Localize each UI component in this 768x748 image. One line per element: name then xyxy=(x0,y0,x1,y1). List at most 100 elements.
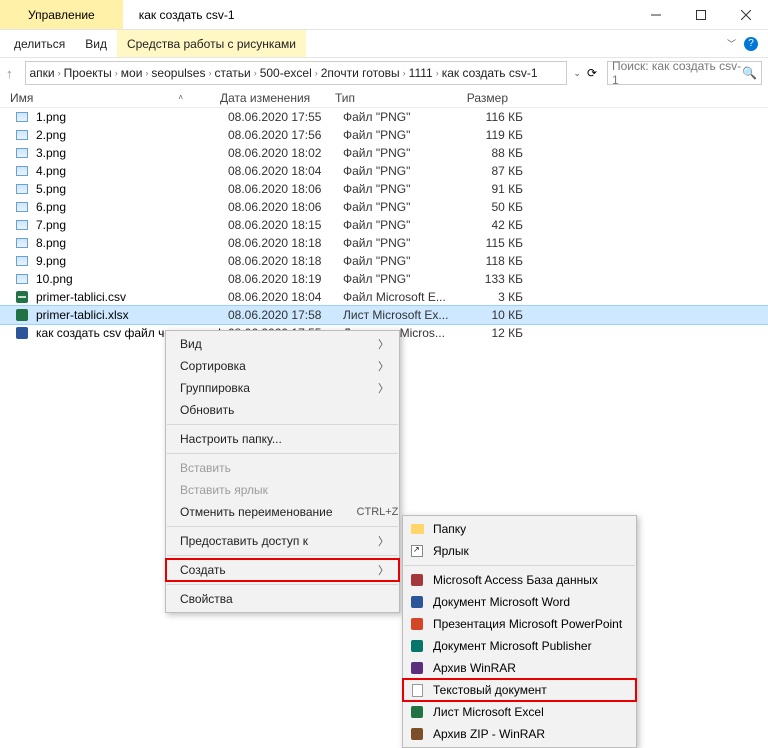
submenu-item[interactable]: Текстовый документ xyxy=(403,679,636,701)
submenu-item[interactable]: Архив ZIP - WinRAR xyxy=(403,723,636,745)
ribbon-tab-view[interactable]: Вид xyxy=(75,30,117,57)
ctx-new[interactable]: Создать〉 xyxy=(166,559,399,581)
file-name: 1.png xyxy=(36,110,228,124)
file-size: 42 КБ xyxy=(463,218,523,232)
submenu-item[interactable]: Архив WinRAR xyxy=(403,657,636,679)
file-name: primer-tablici.xlsx xyxy=(36,308,228,322)
file-date: 08.06.2020 18:19 xyxy=(228,272,343,286)
txt-icon xyxy=(409,682,425,698)
file-row[interactable]: primer-tablici.xlsx08.06.2020 17:58Лист … xyxy=(0,306,768,324)
file-type: Файл "PNG" xyxy=(343,110,463,124)
breadcrumb-segment[interactable]: 2почти готовы xyxy=(321,66,400,80)
file-size: 88 КБ xyxy=(463,146,523,160)
submenu-item[interactable]: Лист Microsoft Excel xyxy=(403,701,636,723)
file-row[interactable]: 1.png08.06.2020 17:55Файл "PNG"116 КБ xyxy=(0,108,768,126)
breadcrumb-segment[interactable]: 500-excel xyxy=(260,66,312,80)
file-row[interactable]: 2.png08.06.2020 17:56Файл "PNG"119 КБ xyxy=(0,126,768,144)
file-name: 3.png xyxy=(36,146,228,160)
file-row[interactable]: 3.png08.06.2020 18:02Файл "PNG"88 КБ xyxy=(0,144,768,162)
search-icon: 🔍 xyxy=(742,66,757,80)
file-icon xyxy=(14,271,30,287)
submenu-item[interactable]: Папку xyxy=(403,518,636,540)
file-row[interactable]: 7.png08.06.2020 18:15Файл "PNG"42 КБ xyxy=(0,216,768,234)
ribbon-tab-share[interactable]: делиться xyxy=(4,30,75,57)
maximize-button[interactable] xyxy=(678,0,723,29)
chevron-right-icon: › xyxy=(400,68,409,78)
file-row[interactable]: 6.png08.06.2020 18:06Файл "PNG"50 КБ xyxy=(0,198,768,216)
ribbon-collapse-icon[interactable]: ﹀ xyxy=(727,37,736,50)
chevron-right-icon: › xyxy=(112,68,121,78)
submenu-item[interactable]: Презентация Microsoft PowerPoint xyxy=(403,613,636,635)
ctx-share-access[interactable]: Предоставить доступ к〉 xyxy=(166,530,399,552)
submenu-item[interactable]: Microsoft Access База данных xyxy=(403,569,636,591)
submenu-label: Документ Microsoft Publisher xyxy=(433,639,592,653)
chevron-right-icon: › xyxy=(205,68,214,78)
help-icon[interactable]: ? xyxy=(744,37,758,51)
submenu-item[interactable]: Ярлык xyxy=(403,540,636,562)
breadcrumb-segment[interactable]: статьи xyxy=(214,66,250,80)
file-date: 08.06.2020 18:06 xyxy=(228,200,343,214)
ctx-paste-shortcut: Вставить ярлык xyxy=(166,479,399,501)
file-size: 87 КБ xyxy=(463,164,523,178)
ctx-paste: Вставить xyxy=(166,457,399,479)
file-icon xyxy=(14,325,30,341)
ctx-sort[interactable]: Сортировка〉 xyxy=(166,355,399,377)
ctx-group[interactable]: Группировка〉 xyxy=(166,377,399,399)
file-size: 116 КБ xyxy=(463,110,523,124)
ctx-refresh[interactable]: Обновить xyxy=(166,399,399,421)
file-list[interactable]: 1.png08.06.2020 17:55Файл "PNG"116 КБ2.p… xyxy=(0,108,768,342)
col-size[interactable]: Размер xyxy=(455,91,515,105)
minimize-button[interactable] xyxy=(633,0,678,29)
file-size: 118 КБ xyxy=(463,254,523,268)
file-name: 9.png xyxy=(36,254,228,268)
col-name[interactable]: Имя˄ xyxy=(10,91,220,105)
context-submenu-new: ПапкуЯрлыкMicrosoft Access База данныхДо… xyxy=(402,515,637,748)
file-name: 6.png xyxy=(36,200,228,214)
col-type[interactable]: Тип xyxy=(335,91,455,105)
submenu-item[interactable]: Документ Microsoft Publisher xyxy=(403,635,636,657)
submenu-item[interactable]: Документ Microsoft Word xyxy=(403,591,636,613)
ctx-view[interactable]: Вид〉 xyxy=(166,333,399,355)
ctx-properties[interactable]: Свойства xyxy=(166,588,399,610)
breadcrumb-segment[interactable]: Проекты xyxy=(64,66,112,80)
file-type: Файл "PNG" xyxy=(343,218,463,232)
breadcrumb-segment[interactable]: seopulses xyxy=(151,66,205,80)
ppt-icon xyxy=(409,616,425,632)
ribbon-contextual-tab[interactable]: Управление xyxy=(0,0,123,29)
chevron-right-icon: › xyxy=(55,68,64,78)
file-row[interactable]: 5.png08.06.2020 18:06Файл "PNG"91 КБ xyxy=(0,180,768,198)
col-date[interactable]: Дата изменения xyxy=(220,91,335,105)
file-icon xyxy=(14,127,30,143)
access-icon xyxy=(409,572,425,588)
breadcrumb-segment[interactable]: мои xyxy=(121,66,143,80)
file-row[interactable]: primer-tablici.csv08.06.2020 18:04Файл M… xyxy=(0,288,768,306)
submenu-label: Презентация Microsoft PowerPoint xyxy=(433,617,622,631)
window-title: как создать csv-1 xyxy=(123,0,633,29)
history-dropdown-icon[interactable]: ⌄ xyxy=(573,68,581,79)
file-icon xyxy=(14,109,30,125)
file-type: Файл Microsoft E... xyxy=(343,290,463,304)
breadcrumb[interactable]: апки›Проекты›мои›seopulses›статьи›500-ex… xyxy=(25,61,568,85)
address-row: ↑ апки›Проекты›мои›seopulses›статьи›500-… xyxy=(0,58,768,88)
xls-icon xyxy=(409,704,425,720)
ctx-undo-rename[interactable]: Отменить переименованиеCTRL+Z xyxy=(166,501,399,523)
titlebar: Управление как создать csv-1 xyxy=(0,0,768,30)
file-row[interactable]: 10.png08.06.2020 18:19Файл "PNG"133 КБ xyxy=(0,270,768,288)
file-row[interactable]: 9.png08.06.2020 18:18Файл "PNG"118 КБ xyxy=(0,252,768,270)
breadcrumb-segment[interactable]: 1111 xyxy=(409,66,433,80)
close-button[interactable] xyxy=(723,0,768,29)
search-placeholder: Поиск: как создать csv-1 xyxy=(612,59,742,87)
file-row[interactable]: 4.png08.06.2020 18:04Файл "PNG"87 КБ xyxy=(0,162,768,180)
file-size: 3 КБ xyxy=(463,290,523,304)
search-input[interactable]: Поиск: как создать csv-1 🔍 xyxy=(607,61,762,85)
file-row[interactable]: 8.png08.06.2020 18:18Файл "PNG"115 КБ xyxy=(0,234,768,252)
refresh-icon[interactable]: ⟳ xyxy=(587,66,597,80)
nav-up-icon[interactable]: ↑ xyxy=(0,66,19,81)
breadcrumb-segment[interactable]: как создать csv-1 xyxy=(442,66,538,80)
file-date: 08.06.2020 18:06 xyxy=(228,182,343,196)
word-icon xyxy=(409,594,425,610)
breadcrumb-segment[interactable]: апки xyxy=(30,66,55,80)
ribbon-tab-picture-tools[interactable]: Средства работы с рисунками xyxy=(117,30,306,57)
file-icon xyxy=(14,217,30,233)
ctx-customize-folder[interactable]: Настроить папку... xyxy=(166,428,399,450)
